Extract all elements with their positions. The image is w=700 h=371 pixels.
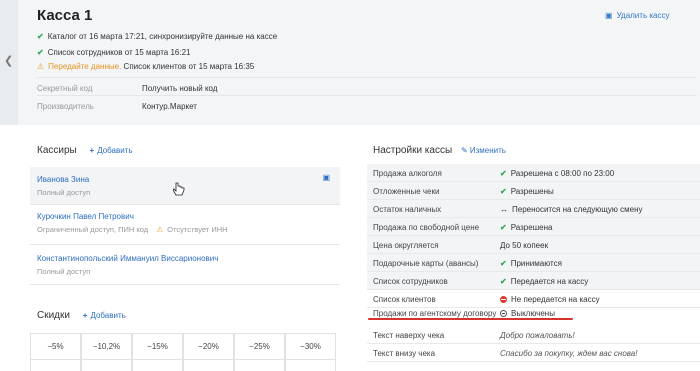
- check-icon: ✔: [37, 48, 44, 57]
- setting-row: Продажа по свободной цене ✔ Разрешена: [367, 218, 700, 236]
- setting-row: Текст внизу чека Спасибо за покупку, жде…: [367, 344, 700, 362]
- setting-value: ✔ Принимаются: [500, 259, 562, 268]
- cash-register-header: ❮ Касса 1 ▣ Удалить кассу ✔ Каталог от 16 …: [0, 0, 700, 125]
- discount-chip[interactable]: −10,2%: [81, 333, 132, 360]
- setting-key: Отложенные чеки: [373, 187, 440, 196]
- discount-grid: −5% −10,2% −15% −20% −25% −30%: [30, 333, 340, 371]
- setting-value: Спасибо за покупку, ждем вас снова!: [500, 349, 638, 358]
- check-icon: ✔: [37, 32, 44, 41]
- discount-chip-empty: [81, 360, 132, 371]
- setting-value: ↔ Переносится на следующую смену: [500, 205, 643, 214]
- discount-chip[interactable]: −20%: [183, 333, 234, 360]
- highlight-underline: [368, 318, 573, 320]
- discount-chip[interactable]: −15%: [132, 333, 183, 360]
- circle-icon: [500, 310, 507, 317]
- setting-key: Продажа по свободной цене: [373, 223, 480, 232]
- plus-icon: +: [82, 311, 88, 320]
- chevron-left-icon[interactable]: ❮: [4, 54, 13, 67]
- trash-icon: ▣: [605, 11, 613, 20]
- setting-row: Подарочные карты (авансы) ✔ Принимаются: [367, 254, 700, 272]
- cashier-item[interactable]: Константинопольский Иммануил Виссарионов…: [30, 245, 340, 285]
- discount-chip-empty: [183, 360, 234, 371]
- check-icon: ✔: [500, 259, 507, 268]
- discounts-section-title: Скидки + Добавить: [37, 310, 126, 321]
- warning-icon: ⚠: [37, 62, 45, 71]
- setting-value: Не передается на кассу: [500, 295, 600, 304]
- status-employees: ✔ Список сотрудников от 15 марта 16:21: [37, 48, 191, 57]
- setting-value: ✔ Передается на кассу: [500, 277, 589, 286]
- setting-key: Продажа алкоголя: [373, 169, 442, 178]
- cashiers-section-title: Кассиры + Добавить: [37, 145, 133, 156]
- delete-cash-register-link[interactable]: ▣ Удалить кассу: [605, 11, 669, 20]
- setting-key: Цена округляется: [373, 241, 439, 250]
- producer-value: Контур.Маркет: [142, 102, 197, 111]
- setting-row: Цена округляется До 50 копеек: [367, 236, 700, 254]
- discount-chip-empty: [30, 360, 81, 371]
- cashier-warning: Отсутствует ИНН: [167, 225, 228, 234]
- status-clients: ⚠ Передайте данные. Список клиентов от 15…: [37, 62, 255, 71]
- cashier-name[interactable]: Константинопольский Иммануил Виссарионов…: [37, 254, 218, 263]
- setting-row: Список сотрудников ✔ Передается на кассу: [367, 272, 700, 290]
- setting-value: ✔ Разрешены: [500, 187, 554, 196]
- setting-row: Продажа алкоголя ✔ Разрешена с 08:00 по 2…: [367, 164, 700, 182]
- edit-settings-button[interactable]: ✎ Изменить: [461, 146, 506, 155]
- discount-chip[interactable]: −30%: [285, 333, 336, 360]
- check-icon: ✔: [500, 223, 507, 232]
- check-icon: ✔: [500, 277, 507, 286]
- check-icon: ✔: [500, 169, 507, 178]
- cashier-item[interactable]: Иванова Зина Полный доступ ▣: [30, 167, 340, 205]
- stop-icon: [500, 296, 507, 303]
- add-cashier-button[interactable]: + Добавить: [90, 146, 133, 155]
- setting-key: Остаток наличных: [373, 205, 442, 214]
- plus-icon: +: [89, 146, 95, 155]
- check-icon: ✔: [500, 187, 507, 196]
- setting-value: ✔ Разрешена с 08:00 по 23:00: [500, 169, 615, 178]
- cashier-role: Полный доступ: [37, 188, 91, 197]
- discount-chip[interactable]: −25%: [234, 333, 285, 360]
- mouse-cursor-icon: [173, 182, 185, 196]
- setting-value: До 50 копеек: [500, 241, 549, 250]
- cashier-role: Полный доступ: [37, 267, 91, 276]
- setting-key: Текст внизу чека: [373, 349, 436, 358]
- setting-key: Список сотрудников: [373, 277, 448, 286]
- status-catalog: ✔ Каталог от 16 марта 17:21, синхронизиру…: [37, 32, 278, 41]
- arrow-icon: ↔: [500, 205, 508, 214]
- cashier-item[interactable]: Курочкин Павел Петрович Ограниченный дос…: [30, 205, 340, 245]
- setting-value: Выключены: [500, 309, 555, 318]
- back-strip[interactable]: ❮: [0, 0, 18, 125]
- discount-chip-empty: [234, 360, 285, 371]
- settings-section-title: Настройки кассы ✎ Изменить: [373, 145, 506, 156]
- cashier-name[interactable]: Иванова Зина: [37, 175, 89, 184]
- setting-key: Список клиентов: [373, 295, 436, 304]
- cashier-name[interactable]: Курочкин Павел Петрович: [37, 212, 134, 221]
- setting-value: Добро пожаловать!: [500, 331, 575, 340]
- get-new-code-link[interactable]: Получить новый код: [142, 84, 217, 93]
- add-discount-button[interactable]: + Добавить: [83, 311, 126, 320]
- send-data-link[interactable]: Передайте данные.: [48, 62, 121, 71]
- discount-chip-empty: [132, 360, 183, 371]
- page-title: Касса 1: [37, 7, 93, 24]
- setting-row: Отложенные чеки ✔ Разрешены: [367, 182, 700, 200]
- pencil-icon: ✎: [460, 146, 470, 155]
- setting-value: ✔ Разрешена: [500, 223, 553, 232]
- discount-chip-empty: [285, 360, 336, 371]
- setting-key: Текст наверху чека: [373, 331, 445, 340]
- setting-row: Текст наверху чека Добро пожаловать!: [367, 326, 700, 344]
- producer-row: Производитель Контур.Маркет: [37, 95, 697, 117]
- setting-key: Подарочные карты (авансы): [373, 259, 479, 268]
- setting-row: Остаток наличных ↔ Переносится на следующ…: [367, 200, 700, 218]
- secret-code-label: Секретный код: [37, 84, 93, 93]
- discount-chip[interactable]: −5%: [30, 333, 81, 360]
- producer-label: Производитель: [37, 102, 94, 111]
- trash-icon[interactable]: ▣: [322, 173, 330, 182]
- setting-key: Продажи по агентскому договору: [373, 309, 497, 318]
- warning-icon: ⚠: [156, 225, 164, 234]
- cashier-role: Ограниченный доступ, ПИН код ⚠ Отсутствуе…: [37, 225, 228, 234]
